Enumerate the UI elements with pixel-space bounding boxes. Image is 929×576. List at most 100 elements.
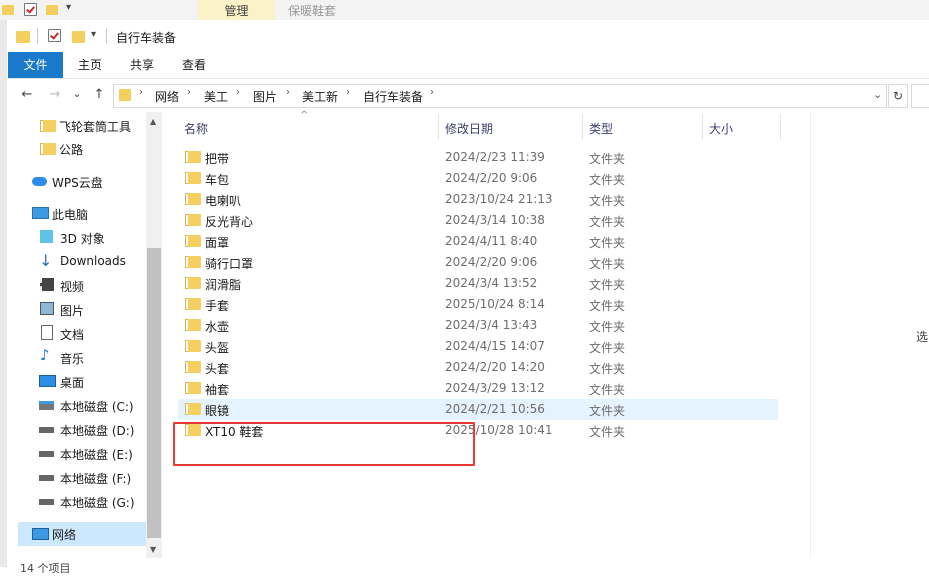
chevron-right-icon[interactable]: › [236,87,240,98]
chevron-right-icon[interactable]: › [346,87,350,98]
file-name: 手套 [205,299,230,313]
file-date: 2025/10/24 8:14 [445,297,545,311]
column-header-date[interactable]: 修改日期 [445,120,493,137]
sidebar-item-label: 网络 [52,528,77,542]
folder-icon [185,403,201,415]
sidebar-item-flywheel-tools[interactable]: 飞轮套筒工具 [18,115,146,137]
chevron-right-icon[interactable]: › [187,87,191,98]
column-divider[interactable] [780,114,781,140]
tab-home[interactable]: 主页 [66,52,114,78]
title-divider-2 [106,28,107,44]
sidebar-item-downloads[interactable]: ↓ Downloads [18,251,146,273]
sidebar-item-label: 本地磁盘 (C:) [60,400,134,414]
table-row[interactable]: 电喇叭 2023/10/24 21:13 文件夹 [178,189,778,209]
sidebar-item-drive-f[interactable]: 本地磁盘 (F:) [18,467,146,489]
folder-icon [185,277,201,289]
table-row[interactable]: 手套 2025/10/24 8:14 文件夹 [178,294,778,314]
address-bar[interactable] [113,84,887,108]
sidebar-item-drive-d[interactable]: 本地磁盘 (D:) [18,419,146,441]
sort-caret-icon: ^ [300,110,309,121]
sidebar-item-drive-c[interactable]: 本地磁盘 (C:) [18,395,146,417]
scroll-up-icon[interactable]: ▲ [150,117,156,126]
refresh-icon[interactable]: ↻ [888,84,908,108]
table-row[interactable]: 头盔 2024/4/15 14:07 文件夹 [178,336,778,356]
breadcrumb-network[interactable]: 网络 [155,88,179,105]
sidebar-item-network[interactable]: 网络 [18,522,146,546]
forward-arrow-icon[interactable]: → [45,85,65,105]
sidebar-item-videos[interactable]: 视频 [18,275,146,297]
sidebar-item-music[interactable]: ♪ 音乐 [18,346,146,369]
tab-share[interactable]: 共享 [118,52,166,78]
table-row[interactable]: 车包 2024/2/20 9:06 文件夹 [178,168,778,188]
sidebar-item-this-pc[interactable]: 此电脑 [18,203,146,225]
table-row[interactable]: 骑行口罩 2024/2/20 9:06 文件夹 [178,252,778,272]
file-type: 文件夹 [589,152,626,166]
column-header-name[interactable]: 名称 [184,120,208,137]
column-header-type[interactable]: 类型 [589,120,613,137]
recent-locations-icon[interactable]: ⌄ [67,84,87,104]
up-arrow-icon[interactable]: ↑ [89,85,109,105]
breadcrumb-meigongxin[interactable]: 美工新 [302,88,338,105]
sidebar-item-3d-objects[interactable]: 3D 对象 [18,227,146,249]
table-row[interactable]: 把带 2024/2/23 11:39 文件夹 [178,147,778,167]
file-type: 文件夹 [589,194,626,208]
background-window-strip [0,0,929,21]
sidebar-item-label: 本地磁盘 (D:) [60,424,135,438]
sidebar-item-drive-g[interactable]: 本地磁盘 (G:) [18,491,146,513]
table-row[interactable]: 面罩 2024/4/11 8:40 文件夹 [178,231,778,251]
cloud-icon [32,177,47,186]
details-pane-divider [810,112,811,558]
breadcrumb-pictures[interactable]: 图片 [253,88,277,105]
sidebar-item-wps-cloud[interactable]: WPS云盘 [18,171,146,193]
file-date: 2023/10/24 21:13 [445,192,553,206]
table-row[interactable]: 袖套 2024/3/29 13:12 文件夹 [178,378,778,398]
chevron-right-icon[interactable]: › [139,87,143,98]
sidebar-item-desktop[interactable]: 桌面 [18,371,146,393]
column-divider[interactable] [582,114,583,140]
table-row-selected[interactable]: 眼镜 2024/2/21 10:56 文件夹 [178,399,778,419]
window-title: 自行车装备 [116,31,177,45]
sidebar-item-label: 本地磁盘 (F:) [60,472,132,486]
sidebar-item-documents[interactable]: 文档 [18,323,146,345]
tab-view[interactable]: 查看 [170,52,218,78]
sidebar-item-pictures[interactable]: 图片 [18,299,146,321]
file-type: 文件夹 [589,173,626,187]
table-row[interactable]: 反光背心 2024/3/14 10:38 文件夹 [178,210,778,230]
back-properties-icon [24,3,37,16]
search-input[interactable] [911,84,929,108]
quick-access-dropdown-icon[interactable]: ▾ [91,29,96,40]
sidebar-item-drive-e[interactable]: 本地磁盘 (E:) [18,443,146,465]
back-arrow-icon[interactable]: ← [17,85,37,105]
table-row[interactable]: 头套 2024/2/20 14:20 文件夹 [178,357,778,377]
picture-icon [40,302,54,315]
folder-icon [185,298,201,310]
drive-icon [39,451,54,457]
computer-icon [32,207,49,219]
back-tab-manage[interactable]: 管理 [198,0,275,20]
chevron-right-icon[interactable]: › [430,87,434,98]
status-item-count: 14 个项目 [20,562,71,575]
scroll-down-icon[interactable]: ▼ [150,545,156,554]
table-row[interactable]: 水壶 2024/3/4 13:43 文件夹 [178,315,778,335]
column-header-size[interactable]: 大小 [709,120,733,137]
properties-icon[interactable] [48,29,61,42]
new-folder-icon[interactable] [72,31,85,43]
file-name: 头套 [205,362,230,376]
chevron-right-icon[interactable]: › [286,87,290,98]
breadcrumb-meigong[interactable]: 美工 [204,88,228,105]
file-type: 文件夹 [589,215,626,229]
column-divider[interactable] [702,114,703,140]
folder-icon [185,256,201,268]
drive-icon [39,427,54,433]
breadcrumb-current[interactable]: 自行车装备 [363,88,423,105]
sidebar-scrollbar-thumb[interactable] [147,248,161,538]
column-divider[interactable] [438,114,439,140]
sidebar-item-label: 此电脑 [52,208,89,222]
desktop-icon [39,375,56,387]
folder-icon [185,340,201,352]
folder-icon [185,193,201,205]
sidebar-item-road[interactable]: 公路 [18,138,146,160]
address-dropdown-icon[interactable]: ⌄ [873,88,882,101]
tab-file[interactable]: 文件 [8,52,63,78]
table-row[interactable]: 润滑脂 2024/3/4 13:52 文件夹 [178,273,778,293]
